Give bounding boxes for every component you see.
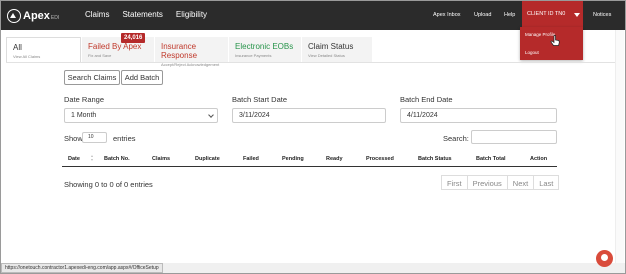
tab-all[interactable]: All View All Claims [6,37,81,62]
apex-logo-icon [7,9,21,23]
nav-statements[interactable]: Statements [122,10,162,19]
tab-electronic-eobs[interactable]: Electronic EOBs Insurance Payments [229,37,301,62]
tab-claim-status-title: Claim Status [308,42,354,51]
page-last[interactable]: Last [534,176,558,189]
tab-claim-status-subtitle: View Detailed Status [308,53,345,58]
col-processed[interactable]: Processed [366,156,394,162]
brand-name: Apex [23,10,50,22]
nav-eligibility[interactable]: Eligibility [176,10,207,19]
add-batch-button[interactable]: Add Batch [121,70,163,85]
batch-start-date-input[interactable]: 3/11/2024 [232,108,386,123]
show-label: Show [64,134,83,143]
col-ready[interactable]: Ready [326,156,343,162]
nav-apex-inbox[interactable]: Apex Inbox [433,12,461,18]
pagination: First Previous Next Last [441,175,560,190]
col-batch-no[interactable]: Batch No. [104,156,130,162]
search-label: Search: [443,134,469,143]
search-claims-button[interactable]: Search Claims [64,70,120,85]
nav-help[interactable]: Help [504,12,515,18]
tab-claim-status[interactable]: Claim Status View Detailed Status [302,37,372,62]
table-info: Showing 0 to 0 of 0 entries [64,180,153,189]
help-chat-icon[interactable] [596,250,613,267]
tab-all-title: All [13,43,22,52]
col-pending[interactable]: Pending [282,156,304,162]
claims-tabs: All View All Claims Failed By Apex Fix a… [6,37,618,67]
col-claims[interactable]: Claims [152,156,170,162]
chevron-down-icon [208,112,214,118]
tab-insurance-response[interactable]: Insurance Response Accept/Reject Acknowl… [155,37,228,67]
tab-eobs-title: Electronic EOBs [235,42,294,51]
col-batch-status[interactable]: Batch Status [418,156,452,162]
date-range-label: Date Range [64,95,105,104]
nav-claims[interactable]: Claims [85,10,109,19]
tab-failed-title: Failed By Apex [88,42,142,51]
date-range-value: 1 Month [71,112,97,119]
page-next[interactable]: Next [508,176,535,189]
col-action[interactable]: Action [530,156,547,162]
brand-sup: EDI [50,15,60,21]
page-previous[interactable]: Previous [468,176,508,189]
failed-count-badge: 24,016 [121,33,146,43]
batch-start-label: Batch Start Date [232,95,288,104]
col-date[interactable]: Date [68,156,80,162]
main-nav: Claims Statements Eligibility [85,10,207,19]
chevron-down-icon [574,13,580,17]
tab-all-subtitle: View All Claims [13,54,41,59]
nav-upload[interactable]: Upload [474,12,491,18]
batch-table-header: Date Batch No. Claims Duplicate Failed P… [62,152,557,167]
entries-per-page-select[interactable]: 10 [82,132,107,143]
col-duplicate[interactable]: Duplicate [195,156,220,162]
col-batch-total[interactable]: Batch Total [476,156,506,162]
nav-notices[interactable]: Notices [593,12,611,18]
table-search-input[interactable] [471,130,557,144]
client-id-menu[interactable]: CLIENT ID TN0 [522,1,583,30]
tab-insurance-title: Insurance Response [161,42,198,60]
tab-insurance-subtitle: Accept/Reject Acknowledgement [161,62,220,67]
sort-icon[interactable] [91,155,94,162]
batch-end-date-input[interactable]: 4/11/2024 [400,108,557,123]
tab-eobs-subtitle: Insurance Payments [235,53,272,58]
vertical-scrollbar[interactable] [615,30,624,265]
tab-failed-subtitle: Fix and Save [88,53,112,58]
status-bar-url: https://onetouch.contractor1.apexedi-eng… [1,263,163,273]
entries-per-page-value: 10 [88,134,94,140]
batch-end-label: Batch End Date [400,95,453,104]
page-first[interactable]: First [442,176,468,189]
entries-label: entries [113,134,136,143]
col-failed[interactable]: Failed [243,156,259,162]
client-id-label: CLIENT ID TN0 [527,11,566,17]
apex-logo[interactable]: Apex EDI [7,8,59,24]
date-range-select[interactable]: 1 Month [64,108,218,123]
